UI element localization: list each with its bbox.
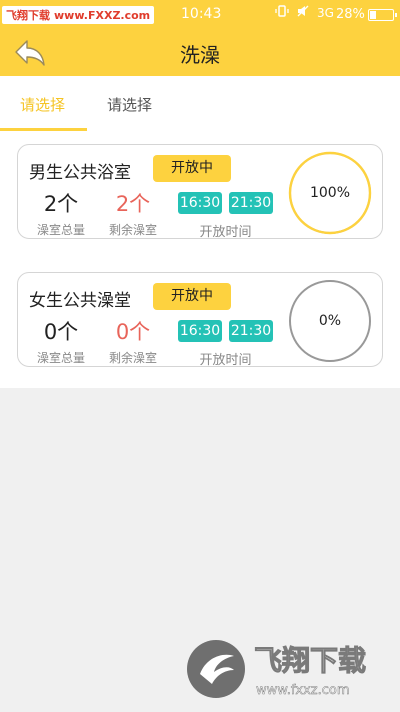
remaining-label: 剩余澡室	[108, 351, 157, 365]
total-label: 澡室总量	[36, 351, 85, 365]
tab-bar: 请选择 请选择	[0, 76, 400, 132]
battery-percent: 28%	[336, 7, 365, 22]
remaining-count: 2个	[115, 192, 151, 216]
page-title: 洗澡	[180, 43, 220, 67]
status-bar: 飞翔下载 www.FXXZ.com 10:43 3G 28%	[0, 0, 400, 30]
tab-active-indicator	[0, 128, 87, 131]
tab-select-2[interactable]: 请选择	[107, 94, 152, 115]
facility-name: 女生公共澡堂	[29, 291, 131, 311]
close-time: 21:30	[229, 320, 273, 342]
mute-icon	[297, 5, 309, 20]
remaining-count: 0个	[115, 320, 151, 344]
time-label: 开放时间	[199, 353, 252, 368]
watermark-logo-text: 飞翔下载	[254, 644, 366, 677]
status-time: 10:43	[181, 6, 222, 22]
total-label: 澡室总量	[36, 223, 85, 237]
tab-select-1[interactable]: 请选择	[20, 94, 65, 115]
status-badge: 开放中	[153, 155, 231, 182]
facility-list: 男生公共浴室 开放中 2个 澡室总量 2个 剩余澡室 16:30 21:30 开…	[0, 132, 400, 388]
open-time: 16:30	[178, 320, 222, 342]
total-count: 2个	[43, 192, 79, 216]
network-label: 3G	[317, 5, 334, 20]
vibrate-icon	[275, 5, 289, 20]
status-badge: 开放中	[153, 283, 231, 310]
battery-indicator: 28%	[336, 7, 397, 22]
watermark-url: www.FXXZ.com	[54, 8, 151, 22]
total-count: 0个	[43, 320, 79, 344]
remaining-label: 剩余澡室	[108, 223, 157, 237]
close-time: 21:30	[229, 192, 273, 214]
open-time: 16:30	[178, 192, 222, 214]
usage-percent: 0%	[318, 313, 342, 329]
usage-percent: 100%	[309, 185, 351, 201]
watermark-logo: 飞翔下载 www.fxxz.com	[187, 640, 367, 698]
header: 洗澡	[0, 30, 400, 76]
time-label: 开放时间	[199, 225, 252, 240]
watermark-logo-url: www.fxxz.com	[256, 683, 350, 698]
facility-name: 男生公共浴室	[29, 163, 131, 183]
status-icons: 3G	[275, 5, 334, 20]
watermark-badge: 飞翔下载 www.FXXZ.com	[2, 6, 155, 24]
battery-icon	[367, 8, 397, 21]
facility-card[interactable]: 女生公共澡堂 开放中 0个 澡室总量 0个 剩余澡室 16:30 21:30 开…	[17, 272, 383, 368]
facility-card[interactable]: 男生公共浴室 开放中 2个 澡室总量 2个 剩余澡室 16:30 21:30 开…	[17, 144, 383, 240]
watermark-site: 飞翔下载	[6, 9, 50, 22]
